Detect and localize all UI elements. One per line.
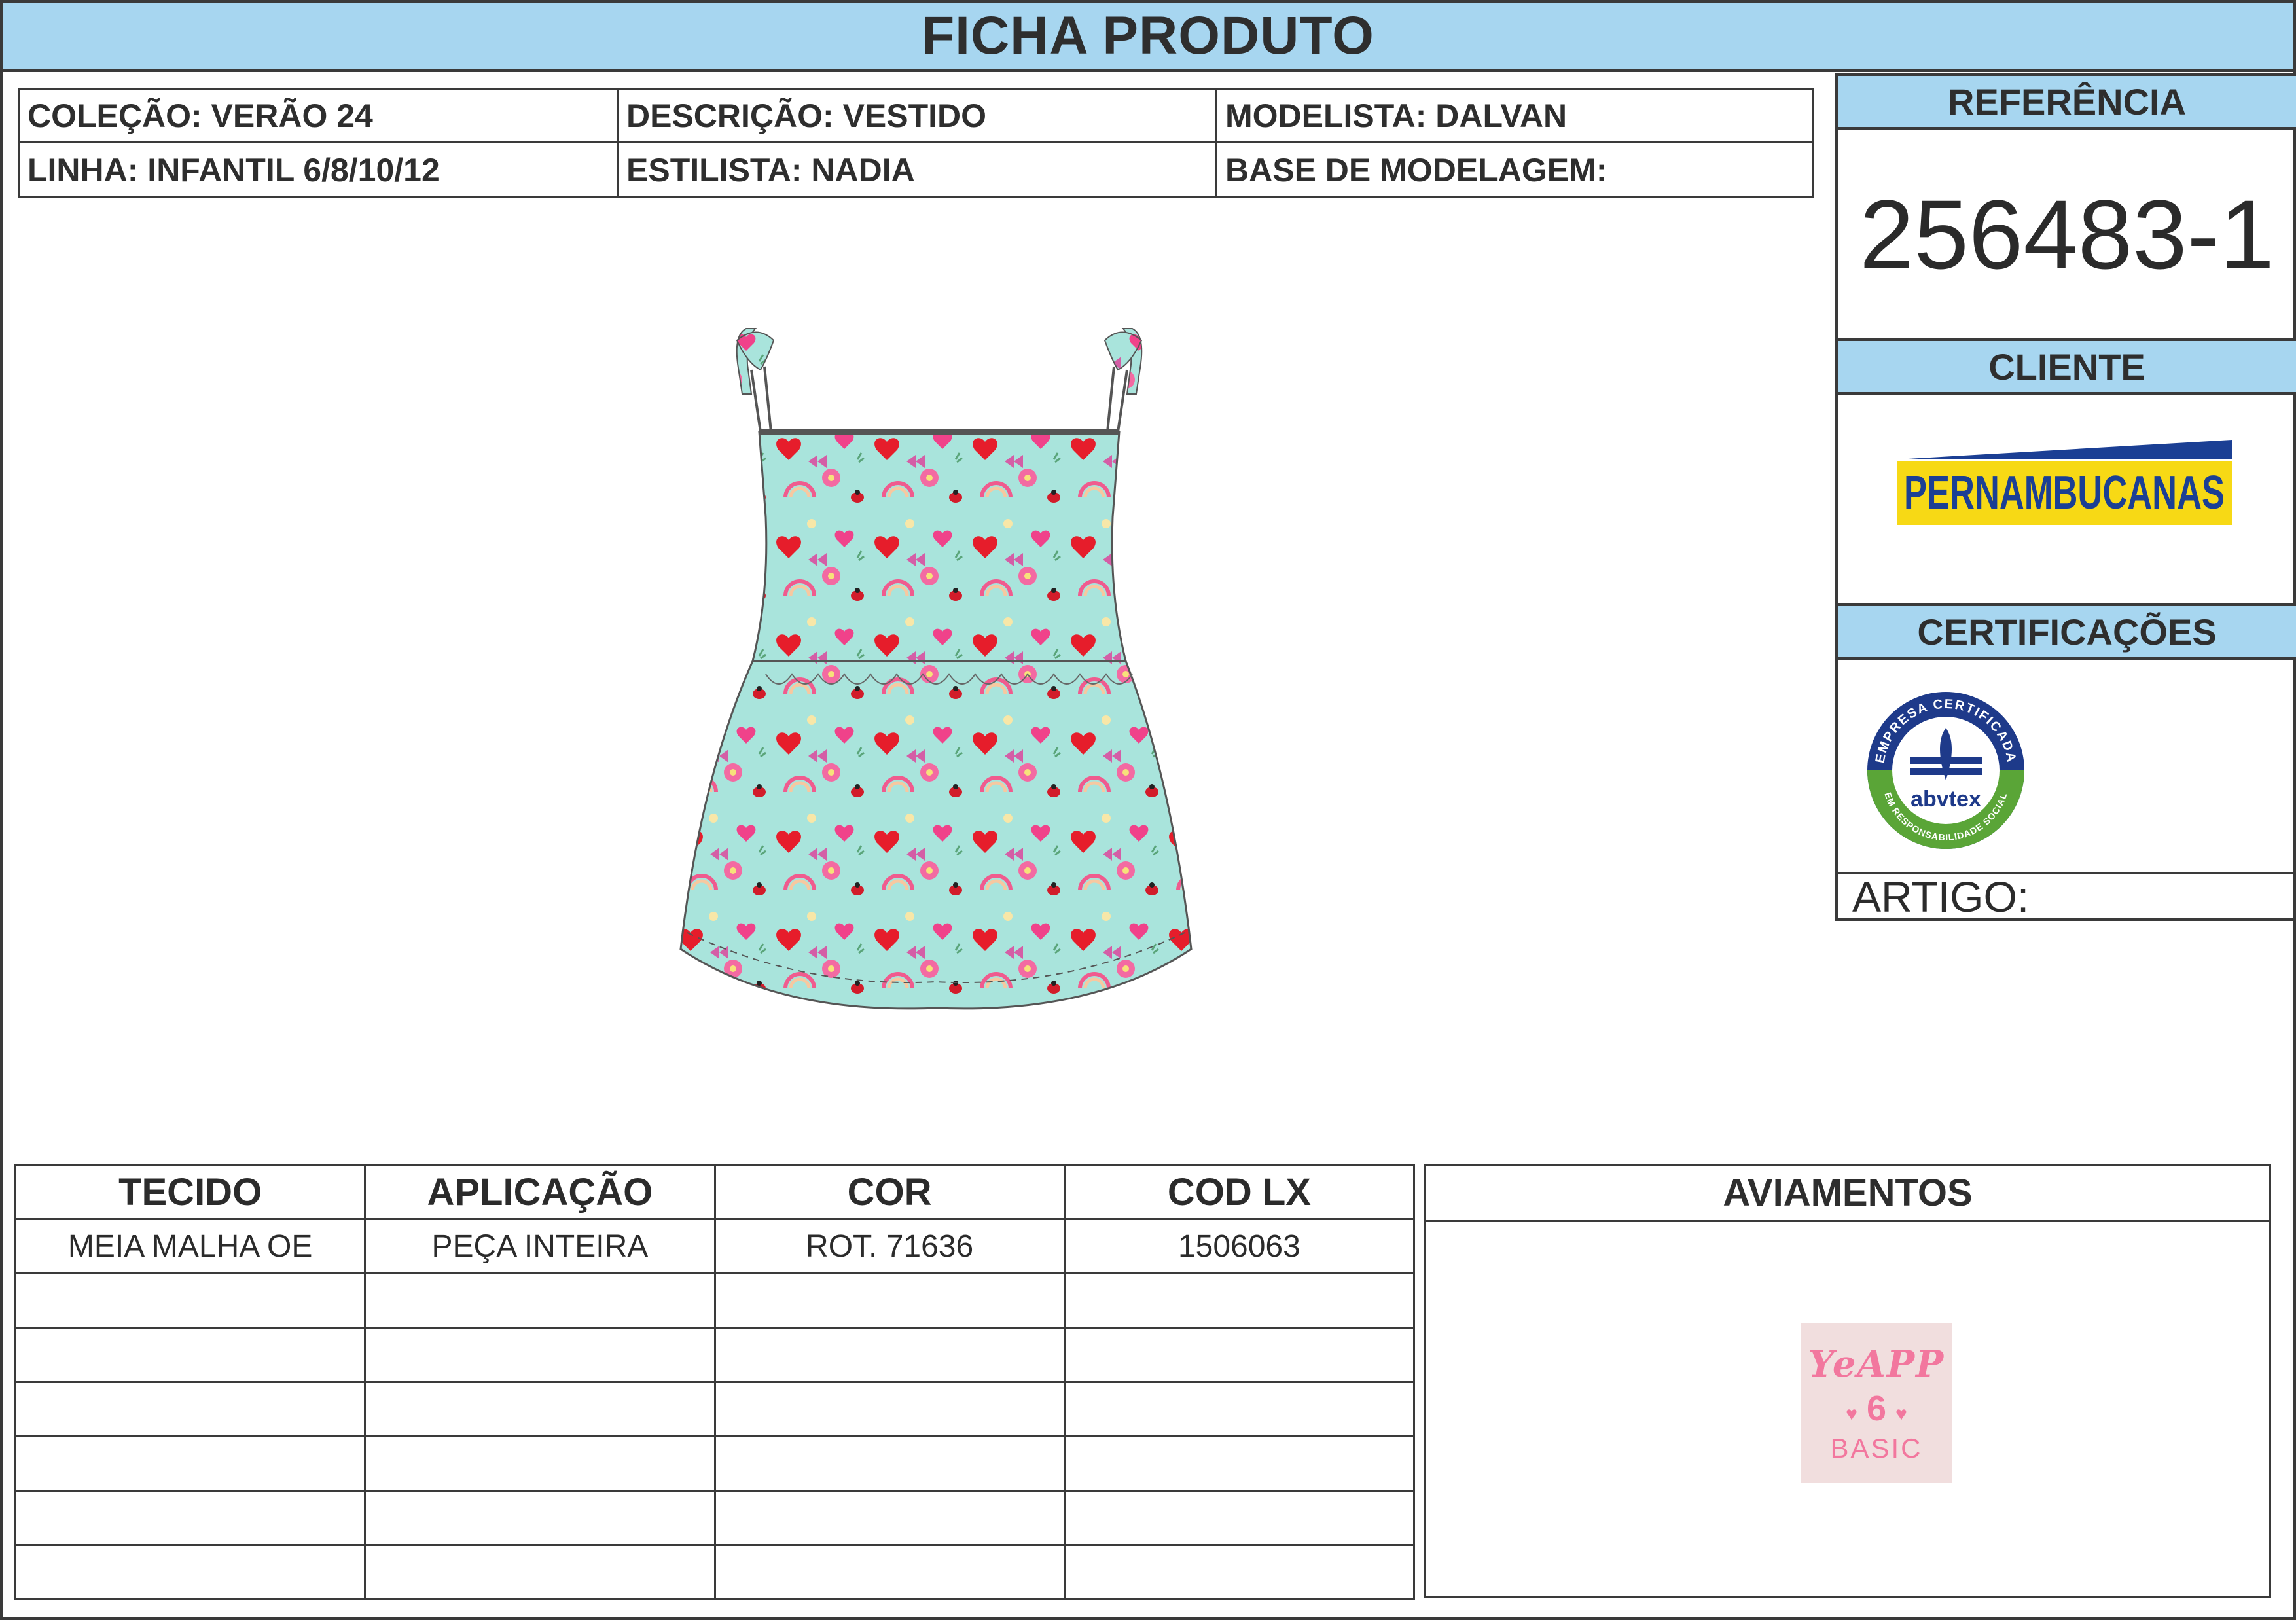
table-header-row: TECIDO APLICAÇÃO COR COD LX [14, 1164, 1416, 1220]
table-cell: MEIA MALHA OE [14, 1218, 367, 1274]
table-cell [1063, 1327, 1416, 1383]
referencia-value: 256483-1 [1859, 179, 2274, 289]
table-cell [713, 1544, 1066, 1600]
estilista-field: ESTILISTA: NADIA [619, 143, 1217, 196]
table-cell: 1506063 [1063, 1218, 1416, 1274]
table-cell: PEÇA INTEIRA [364, 1218, 716, 1274]
table-cell [1063, 1435, 1416, 1492]
table-cell [14, 1544, 367, 1600]
table-cell [1063, 1272, 1416, 1329]
table-cell [1063, 1544, 1416, 1600]
fabric-table: TECIDO APLICAÇÃO COR COD LX MEIA MALHA O… [14, 1164, 1416, 1600]
table-cell [14, 1381, 367, 1437]
table-row [14, 1327, 1416, 1383]
cliente-header: CLIENTE [1838, 338, 2296, 395]
aviamentos-header: AVIAMENTOS [1426, 1166, 2269, 1222]
linha-field: LINHA: INFANTIL 6/8/10/12 [20, 143, 619, 196]
table-row [14, 1544, 1416, 1600]
tag-size-row: ♥ 6 ♥ [1837, 1388, 1916, 1429]
table-cell [14, 1490, 367, 1546]
colecao-field: COLEÇÃO: VERÃO 24 [20, 90, 619, 143]
table-row [14, 1435, 1416, 1492]
svg-text:abvtex: abvtex [1910, 787, 1981, 812]
table-row [14, 1272, 1416, 1329]
brand-label-tag: YeAPP ♥ 6 ♥ BASIC [1801, 1323, 1952, 1483]
table-row: MEIA MALHA OE PEÇA INTEIRA ROT. 71636 15… [14, 1218, 1416, 1274]
table-cell [364, 1435, 716, 1492]
table-cell [713, 1435, 1066, 1492]
table-cell [14, 1435, 367, 1492]
abvtex-certification-badge: EMPRESA CERTIFICADA EM RESPONSABILIDADE … [1867, 692, 2024, 849]
page-title: FICHA PRODUTO [922, 6, 1374, 65]
table-cell [364, 1327, 716, 1383]
table-cell [713, 1490, 1066, 1546]
heart-icon: ♥ [1895, 1403, 1907, 1425]
pernambucanas-logo: PERNAMBUCANAS [1897, 440, 2232, 525]
table-cell [364, 1490, 716, 1546]
table-cell [14, 1272, 367, 1329]
descricao-field: DESCRIÇÃO: VESTIDO [619, 90, 1217, 143]
modelista-field: MODELISTA: DALVAN [1217, 90, 1812, 143]
table-cell [364, 1544, 716, 1600]
base-modelagem-field: BASE DE MODELAGEM: [1225, 151, 1607, 189]
table-row [14, 1381, 1416, 1437]
table-cell [364, 1272, 716, 1329]
table-cell [713, 1381, 1066, 1437]
table-cell [14, 1327, 367, 1383]
table-cell [1063, 1381, 1416, 1437]
tag-brand-text: YeAPP [1808, 1342, 1945, 1386]
table-cell [364, 1381, 716, 1437]
table-cell [713, 1272, 1066, 1329]
column-header-cod-lx: COD LX [1063, 1164, 1416, 1220]
aviamentos-panel: AVIAMENTOS YeAPP ♥ 6 ♥ BASIC [1424, 1164, 2271, 1598]
table-cell [713, 1327, 1066, 1383]
column-header-tecido: TECIDO [14, 1164, 367, 1220]
table-row [14, 1490, 1416, 1546]
tag-basic-text: BASIC [1830, 1432, 1923, 1464]
column-header-aplicacao: APLICAÇÃO [364, 1164, 716, 1220]
side-panel: REFERÊNCIA 256483-1 CLIENTE PERNAMBUCANA… [1835, 73, 2296, 921]
info-grid: COLEÇÃO: VERÃO 24 DESCRIÇÃO: VESTIDO MOD… [18, 88, 1814, 198]
table-cell [1063, 1490, 1416, 1546]
tag-size-text: 6 [1866, 1388, 1887, 1428]
certificacoes-header: CERTIFICAÇÕES [1838, 603, 2296, 660]
heart-icon: ♥ [1846, 1403, 1857, 1425]
pernambucanas-logo-text: PERNAMBUCANAS [1904, 467, 2225, 519]
column-header-cor: COR [713, 1164, 1066, 1220]
dress-drawing [679, 328, 1193, 1010]
artigo-field: ARTIGO: [1838, 872, 2296, 921]
table-cell: ROT. 71636 [713, 1218, 1066, 1274]
title-bar: FICHA PRODUTO [3, 3, 2293, 72]
referencia-header: REFERÊNCIA [1838, 73, 2296, 130]
